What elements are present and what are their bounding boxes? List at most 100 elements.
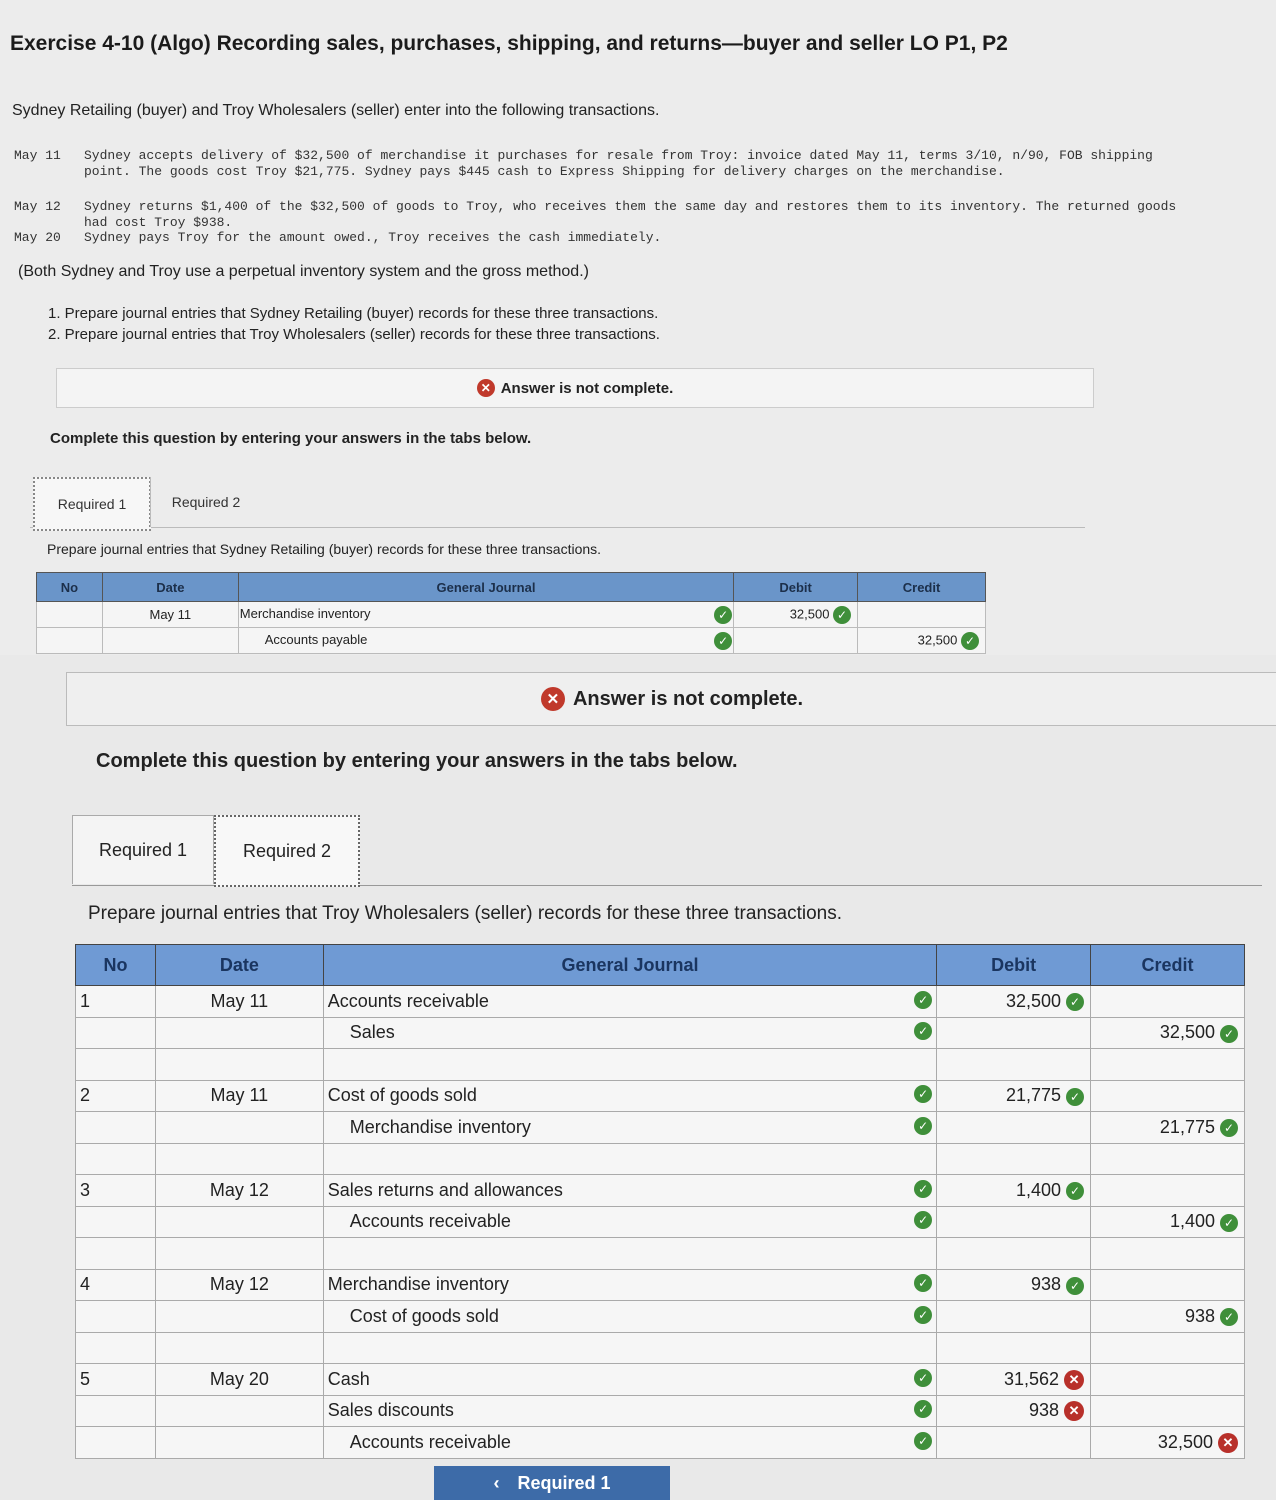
- credit-cell[interactable]: [1090, 1394, 1245, 1427]
- chevron-left-icon: ‹: [493, 1472, 500, 1493]
- date-cell[interactable]: [154, 1300, 324, 1333]
- tab-bar: Required 1 Required 2: [72, 815, 1262, 887]
- credit-cell[interactable]: [1090, 1079, 1245, 1112]
- status-banner: ✕ Answer is not complete.: [66, 672, 1276, 726]
- credit-cell[interactable]: 21,775 ✓: [1090, 1111, 1245, 1144]
- row-number: [36, 627, 103, 654]
- blank-row: [75, 1048, 1245, 1081]
- credit-cell[interactable]: 938 ✓: [1090, 1300, 1245, 1333]
- check-icon: ✓: [714, 631, 733, 650]
- row-number: [75, 1394, 156, 1427]
- account-cell[interactable]: Cash ✓: [322, 1363, 938, 1396]
- date-cell[interactable]: May 11: [154, 1079, 324, 1112]
- debit-cell[interactable]: 938 ✓: [936, 1268, 1092, 1301]
- tab-required-1[interactable]: Required 1: [72, 815, 214, 884]
- date-cell[interactable]: May 20: [154, 1363, 324, 1396]
- check-icon: ✓: [1220, 1119, 1238, 1137]
- check-icon: ✓: [1066, 1087, 1085, 1106]
- date-cell[interactable]: May 12: [154, 1174, 324, 1207]
- credit-cell[interactable]: 32,500 ✕: [1090, 1426, 1245, 1459]
- check-icon: ✓: [1220, 1024, 1238, 1043]
- debit-cell[interactable]: [733, 627, 859, 654]
- debit-cell[interactable]: 21,775 ✓: [936, 1079, 1092, 1112]
- account-cell[interactable]: Merchandise inventory ✓: [237, 601, 735, 628]
- date-cell[interactable]: May 11: [101, 601, 239, 628]
- debit-cell[interactable]: [936, 1111, 1092, 1144]
- check-icon: ✓: [914, 1368, 933, 1387]
- account-cell[interactable]: Cost of goods sold ✓: [322, 1079, 938, 1112]
- row-number: [75, 1426, 156, 1459]
- check-icon: ✓: [914, 1400, 933, 1419]
- credit-cell[interactable]: 32,500 ✓: [1090, 1016, 1245, 1049]
- date-cell[interactable]: May 11: [154, 985, 324, 1018]
- debit-cell[interactable]: [936, 1016, 1092, 1049]
- credit-cell[interactable]: [1090, 1268, 1245, 1301]
- credit-cell[interactable]: [857, 601, 986, 628]
- col-header-credit: Credit: [1090, 944, 1245, 986]
- check-icon: ✓: [914, 1179, 933, 1198]
- credit-cell[interactable]: 1,400 ✓: [1090, 1205, 1245, 1238]
- account-cell[interactable]: Merchandise inventory ✓: [322, 1111, 938, 1144]
- debit-cell[interactable]: 32,500 ✓: [733, 601, 859, 628]
- table-row: 4 May 12 Merchandise inventory ✓ 938 ✓: [75, 1268, 1245, 1301]
- table-row: Cost of goods sold ✓ 938 ✓: [75, 1300, 1245, 1333]
- check-icon: ✓: [914, 1085, 933, 1104]
- method-note: (Both Sydney and Troy use a perpetual in…: [18, 263, 589, 280]
- credit-cell[interactable]: [1090, 1363, 1245, 1396]
- debit-cell[interactable]: 938 ✕: [936, 1394, 1092, 1427]
- check-icon: ✓: [1220, 1308, 1238, 1326]
- credit-cell[interactable]: 32,500 ✓: [857, 627, 986, 654]
- date-cell[interactable]: [154, 1111, 324, 1144]
- row-number: [75, 1111, 156, 1144]
- check-icon: ✓: [1220, 1213, 1238, 1232]
- date-cell[interactable]: [154, 1394, 324, 1427]
- check-icon: ✓: [714, 605, 733, 624]
- col-header-journal: General Journal: [322, 944, 938, 986]
- row-number: 3: [75, 1174, 156, 1207]
- debit-cell[interactable]: [936, 1205, 1092, 1238]
- account-cell[interactable]: Accounts payable ✓: [237, 627, 735, 654]
- check-icon: ✓: [914, 1116, 933, 1135]
- date-cell[interactable]: [154, 1205, 324, 1238]
- account-cell[interactable]: Sales ✓: [322, 1016, 938, 1049]
- debit-cell[interactable]: [936, 1300, 1092, 1333]
- check-icon: ✓: [1066, 993, 1085, 1011]
- account-cell[interactable]: Accounts receivable ✓: [322, 985, 938, 1018]
- check-icon: ✓: [1066, 1182, 1085, 1200]
- date-cell[interactable]: May 12: [154, 1268, 324, 1301]
- error-icon: ✕: [476, 379, 495, 397]
- debit-cell[interactable]: 1,400 ✓: [936, 1174, 1092, 1207]
- debit-cell[interactable]: 32,500 ✓: [936, 985, 1092, 1018]
- blank-row: [75, 1142, 1245, 1175]
- check-icon: ✓: [914, 1431, 933, 1450]
- prev-required-button[interactable]: ‹ Required 1: [434, 1466, 670, 1500]
- debit-cell[interactable]: 31,562 ✕: [936, 1363, 1092, 1396]
- row-number: 2: [75, 1079, 156, 1112]
- date-cell[interactable]: [154, 1016, 324, 1049]
- account-cell[interactable]: Cost of goods sold ✓: [322, 1300, 938, 1333]
- debit-cell[interactable]: [936, 1426, 1092, 1459]
- check-icon: ✓: [914, 1022, 933, 1041]
- tab-required-2[interactable]: Required 2: [214, 815, 360, 887]
- row-number: 1: [75, 985, 156, 1018]
- account-cell[interactable]: Sales discounts ✓: [322, 1394, 938, 1427]
- account-cell[interactable]: Sales returns and allowances ✓: [322, 1174, 938, 1207]
- date-cell[interactable]: [101, 627, 239, 654]
- account-cell[interactable]: Accounts receivable ✓: [322, 1205, 938, 1238]
- col-header-no: No: [36, 572, 103, 602]
- cross-icon: ✕: [1064, 1401, 1085, 1422]
- tab-required-2[interactable]: Required 2: [150, 477, 261, 527]
- transaction-item: May 11 Sydney accepts delivery of $32,50…: [14, 148, 1153, 179]
- journal-table-seller: No Date General Journal Debit Credit 1 M…: [75, 944, 1245, 1459]
- tab-required-1[interactable]: Required 1: [33, 477, 151, 531]
- account-cell[interactable]: Merchandise inventory ✓: [322, 1268, 938, 1301]
- account-cell[interactable]: Accounts receivable ✓: [322, 1426, 938, 1459]
- date-cell[interactable]: [154, 1426, 324, 1459]
- credit-cell[interactable]: [1090, 1174, 1245, 1207]
- credit-cell[interactable]: [1090, 985, 1245, 1018]
- table-row: Sales discounts ✓ 938 ✕: [75, 1394, 1245, 1427]
- col-header-debit: Debit: [936, 944, 1092, 986]
- cross-icon: ✕: [1064, 1369, 1085, 1390]
- row-number: [36, 601, 103, 628]
- instruction-heading: Complete this question by entering your …: [50, 430, 532, 447]
